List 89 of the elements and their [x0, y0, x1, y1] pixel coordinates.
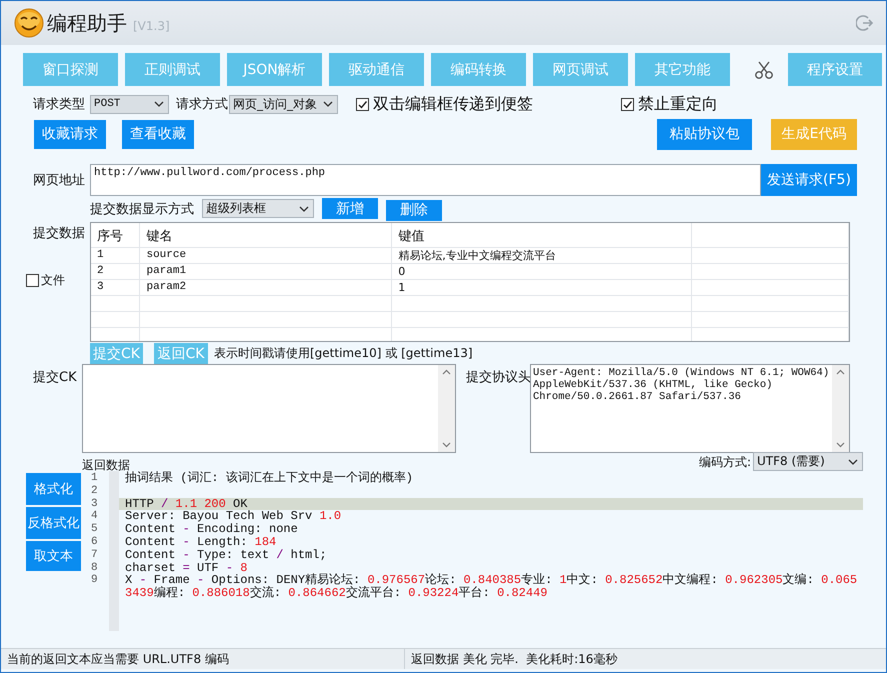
- cookie-field[interactable]: [82, 364, 456, 453]
- send-request-button[interactable]: 发送请求(F5): [761, 164, 857, 196]
- status-text: 返回数据 美化 完毕. 美化耗时:16毫秒: [410, 650, 618, 668]
- paste-button[interactable]: 粘贴协议包: [657, 118, 752, 150]
- table-cell: param1: [140, 263, 392, 279]
- tab[interactable]: 网页调试: [533, 53, 628, 86]
- section-label: 返回数据: [82, 459, 130, 471]
- scrollbar[interactable]: [832, 365, 849, 452]
- field-label: 提交协议头: [465, 369, 530, 387]
- line-number: 1: [91, 472, 98, 485]
- add-button[interactable]: 新增: [322, 198, 378, 219]
- section-label: 提交数据: [33, 225, 86, 242]
- tab[interactable]: 其它功能: [635, 53, 730, 86]
- version-label: [V1.3]: [133, 19, 170, 33]
- line-number: 8: [91, 562, 98, 574]
- code-line: X - Frame - Options: DENY精易论坛: 0.976567论坛: 0.840385专业: 1中文: 0.825652中文编程: 0.962305文编: 0.0653439编程: 0.886018交流: 0.864662交流平台: 0.93224平台: 0.82449: [124, 574, 858, 600]
- scrollbar[interactable]: [438, 365, 455, 452]
- settings-button[interactable]: 程序设置: [788, 53, 882, 86]
- scroll-down-icon: [836, 442, 845, 448]
- line-number: 3: [91, 498, 98, 510]
- code-line: 抽词结果 (词汇: 该词汇在上下文中是一个词的概率): [124, 472, 414, 485]
- table-cell: 精易论坛,专业中文编程交流平台: [392, 247, 692, 263]
- code-line: Server: Bayou Tech Web Srv 1.0: [124, 510, 342, 524]
- field-label: 提交数据显示方式: [90, 200, 195, 218]
- scroll-up-icon: [442, 369, 451, 375]
- caret-icon: [298, 204, 310, 214]
- table-cell: 1: [392, 279, 692, 295]
- tab[interactable]: JSON解析: [227, 53, 322, 86]
- table-cell: 1: [91, 247, 140, 263]
- table-cell: 2: [91, 263, 140, 279]
- checkbox-label: 禁止重定向: [638, 94, 718, 114]
- encoding-select[interactable]: UTF8 (需要): [753, 452, 863, 471]
- table-cell: 3: [91, 279, 140, 295]
- status-text: 当前的返回文本应当需要 URL.UTF8 编码: [1, 649, 405, 669]
- checkbox-label: 文件: [41, 272, 65, 289]
- caret-icon: [847, 456, 859, 466]
- delete-button[interactable]: 删除: [386, 200, 442, 220]
- line-number: 2: [91, 484, 98, 498]
- generate-code-button[interactable]: 生成E代码: [771, 118, 857, 150]
- line-number: 5: [91, 523, 98, 536]
- scissors-icon[interactable]: [754, 60, 774, 80]
- headers-field[interactable]: User-Agent: Mozilla/5.0 (Windows NT 6.1; WOW64) AppleWebKit/537.36 (KHTML, like Gecko) Chrome/50.0.2661.87 Safari/537.36: [530, 364, 850, 453]
- format-button[interactable]: 反格式化: [26, 507, 81, 539]
- code-line: charset = UTF - 8: [124, 562, 248, 574]
- hint-text: 表示时间戳请使用[gettime10] 或 [gettime13]: [214, 345, 473, 362]
- request-method-select[interactable]: 网页_访问_对象: [229, 94, 338, 114]
- field-label: 提交CK: [32, 369, 78, 387]
- cookie-button[interactable]: 返回CK: [154, 343, 208, 364]
- field-label: 请求类型: [33, 96, 86, 113]
- window-title: 编程助手: [47, 10, 127, 36]
- tab[interactable]: 正则调试: [125, 53, 220, 86]
- checkmark-icon: [622, 98, 633, 110]
- cookie-button[interactable]: 提交CK: [90, 343, 143, 364]
- url-field[interactable]: http://www.pullword.com/process.php: [90, 164, 761, 196]
- checkbox[interactable]: [621, 98, 634, 110]
- line-number: 7: [91, 548, 98, 562]
- favorite-button[interactable]: 收藏请求: [34, 120, 106, 148]
- caret-icon: [153, 99, 165, 109]
- checkbox[interactable]: [356, 98, 369, 110]
- line-number: 6: [91, 536, 98, 549]
- line-number: 4: [91, 510, 98, 524]
- column-header: 键值: [392, 223, 692, 247]
- request-type-select[interactable]: POST: [90, 94, 169, 114]
- caret-icon: [322, 99, 334, 109]
- display-mode-select[interactable]: 超级列表框: [202, 199, 314, 218]
- code-line: Content - Type: text / html;: [124, 548, 328, 562]
- scroll-up-icon: [836, 369, 845, 375]
- table-cell: source: [140, 247, 392, 263]
- code-line: Content - Length: 184: [124, 536, 277, 549]
- smiley-logo-icon: [14, 8, 44, 38]
- format-button[interactable]: 取文本: [26, 541, 81, 571]
- format-button[interactable]: 格式化: [26, 473, 81, 505]
- field-label: 网页地址: [33, 172, 86, 189]
- line-number: 9: [91, 574, 98, 588]
- checkbox-label: 双击编辑框传递到便签: [373, 94, 533, 114]
- column-header: 键名: [140, 223, 392, 247]
- checkmark-icon: [357, 98, 368, 110]
- table-cell: 0: [392, 263, 692, 279]
- scroll-down-icon: [442, 442, 451, 448]
- field-label: 编码方式:: [698, 454, 751, 471]
- field-label: 请求方式: [176, 96, 229, 113]
- column-header: 序号: [91, 223, 140, 247]
- tab[interactable]: 窗口探测: [23, 53, 118, 86]
- view-favorites-button[interactable]: 查看收藏: [122, 120, 194, 148]
- tab[interactable]: 编码转换: [431, 53, 526, 86]
- table-cell: param2: [140, 279, 392, 295]
- tab[interactable]: 驱动通信: [329, 53, 424, 86]
- checkbox[interactable]: [26, 274, 39, 287]
- code-line: Content - Encoding: none: [124, 523, 299, 536]
